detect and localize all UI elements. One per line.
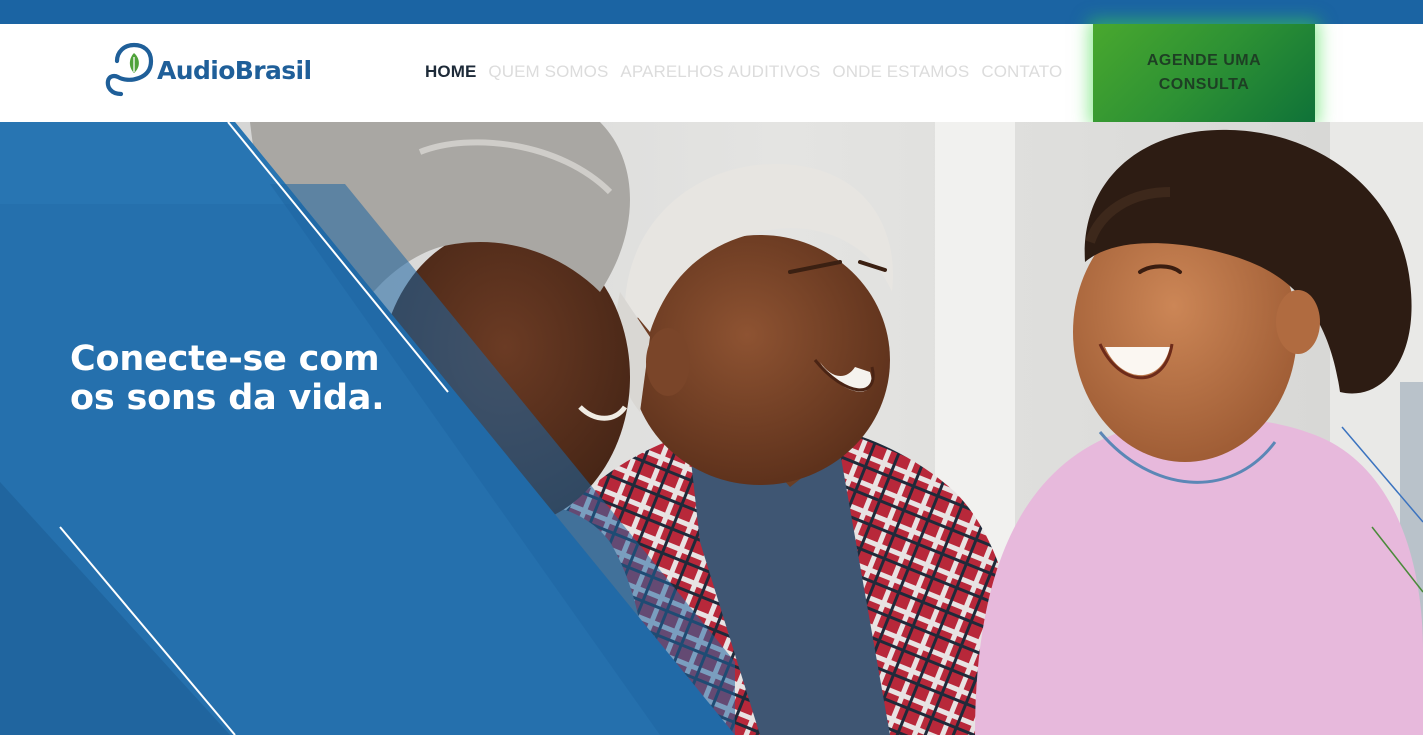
- nav-item-home[interactable]: HOME: [425, 62, 476, 82]
- schedule-consultation-label: AGENDE UMA CONSULTA: [1146, 52, 1262, 93]
- logo-text: AudioBrasil: [157, 55, 312, 85]
- schedule-consultation-button[interactable]: AGENDE UMA CONSULTA: [1093, 24, 1315, 122]
- logo-link[interactable]: AudioBrasil: [104, 42, 324, 98]
- hero-photo: [0, 122, 1423, 735]
- ear-leaf-icon: [105, 42, 154, 97]
- hero-banner: Conecte-se com os sons da vida.: [0, 122, 1423, 735]
- nav-item-quem-somos[interactable]: QUEM SOMOS: [488, 62, 608, 82]
- nav-item-contato[interactable]: CONTATO: [981, 62, 1062, 82]
- nav-item-aparelhos-auditivos[interactable]: APARELHOS AUDITIVOS: [620, 62, 820, 82]
- main-nav: HOME QUEM SOMOS APARELHOS AUDITIVOS ONDE…: [425, 62, 1062, 82]
- top-strip: [0, 0, 1423, 24]
- hero-headline: Conecte-se com os sons da vida.: [70, 339, 385, 418]
- nav-item-onde-estamos[interactable]: ONDE ESTAMOS: [832, 62, 969, 82]
